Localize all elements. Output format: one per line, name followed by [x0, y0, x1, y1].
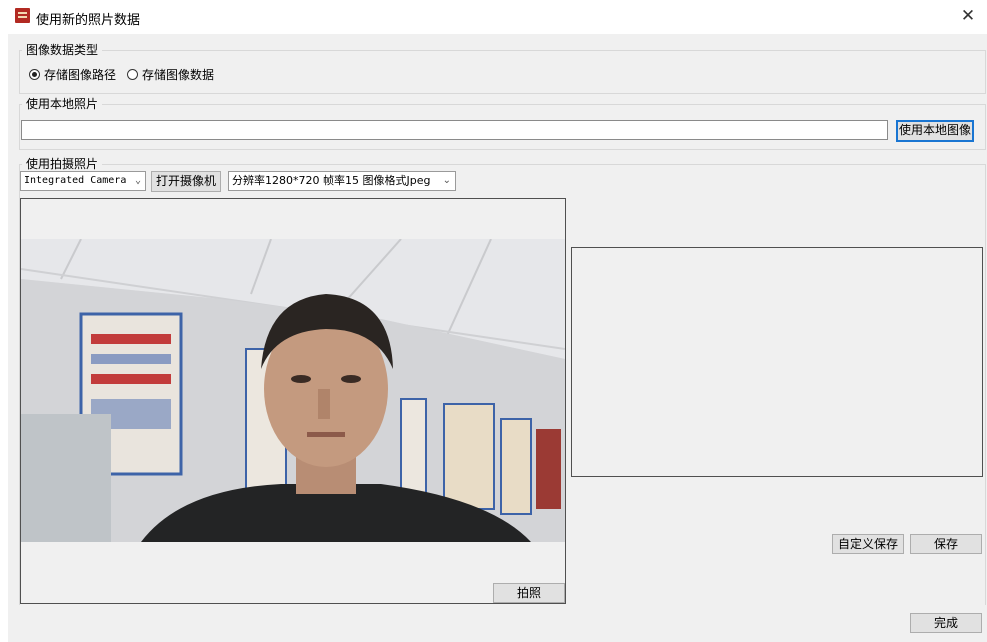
image-type-legend: 图像数据类型 — [22, 42, 103, 58]
close-button[interactable]: ✕ — [957, 5, 979, 27]
camera-select-value: Integrated Camera — [24, 175, 127, 186]
local-photo-legend: 使用本地照片 — [22, 96, 103, 112]
chevron-down-icon: ⌄ — [134, 175, 141, 186]
capture-photo-legend: 使用拍摄照片 — [22, 156, 103, 172]
local-image-path-input[interactable] — [21, 120, 888, 140]
radio-store-path-indicator[interactable] — [29, 69, 40, 80]
radio-store-data[interactable]: 存储图像数据 — [127, 66, 214, 83]
format-select[interactable]: 分辨率1280*720 帧率15 图像格式Jpeg ⌄ — [228, 171, 456, 191]
window-title: 使用新的照片数据 — [36, 13, 141, 28]
camera-feed-image — [21, 239, 565, 542]
radio-store-path[interactable]: 存储图像路径 — [29, 66, 116, 83]
radio-store-data-indicator[interactable] — [127, 69, 138, 80]
title-bar: 使用新的照片数据 ✕ — [0, 0, 987, 34]
camera-select[interactable]: Integrated Camera ⌄ — [20, 171, 146, 191]
open-camera-button[interactable]: 打开摄像机 — [151, 171, 221, 192]
app-logo-icon — [15, 8, 30, 23]
capture-button[interactable]: 拍照 — [493, 583, 565, 603]
format-select-value: 分辨率1280*720 帧率15 图像格式Jpeg — [232, 174, 431, 187]
save-button[interactable]: 保存 — [910, 534, 982, 554]
camera-preview-panel: 拍照 — [20, 198, 566, 604]
close-icon: ✕ — [960, 6, 976, 26]
chevron-down-icon: ⌄ — [442, 175, 451, 186]
custom-save-button[interactable]: 自定义保存 — [832, 534, 904, 554]
use-local-image-button[interactable]: 使用本地图像 — [896, 120, 974, 142]
captured-image-panel — [571, 247, 983, 477]
radio-store-path-label: 存储图像路径 — [44, 68, 117, 82]
done-button[interactable]: 完成 — [910, 613, 982, 633]
radio-store-data-label: 存储图像数据 — [142, 68, 215, 82]
